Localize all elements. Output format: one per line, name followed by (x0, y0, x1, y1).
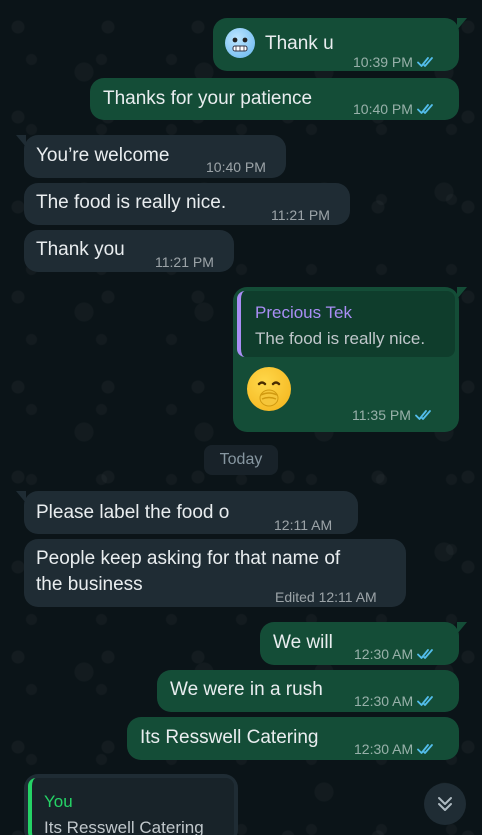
bubble-tail (16, 135, 26, 147)
message-text: We were in a rush (170, 679, 323, 700)
message-time: 10:40 PM (353, 97, 437, 121)
message-text: The food is really nice. (36, 192, 227, 213)
message-text-line-2: the business (36, 574, 143, 595)
double-check-read-icon (415, 409, 435, 421)
bubble-tail (457, 18, 467, 30)
scroll-to-bottom-button[interactable] (424, 783, 466, 825)
message-bubble-outgoing[interactable]: Thanks for your patience 10:40 PM (90, 78, 459, 120)
message-time: 11:21 PM (271, 207, 330, 223)
double-check-read-icon (417, 56, 437, 68)
message-text: Thank you (36, 239, 125, 260)
bubble-tail (16, 491, 26, 503)
message-text: Thank u (265, 33, 334, 54)
reply-preview-quote: You Its Resswell Catering (28, 778, 234, 835)
double-check-read-icon (417, 648, 437, 660)
timestamp: 12:30 AM (354, 646, 414, 662)
reply-author: You (44, 792, 73, 811)
timestamp: 12:30 AM (354, 741, 414, 757)
double-check-read-icon (417, 743, 437, 755)
message-bubble-incoming[interactable]: People keep asking for that name of the … (24, 539, 406, 607)
timestamp: 10:40 PM (353, 101, 413, 117)
message-bubble-incoming[interactable]: The food is really nice. 11:21 PM (24, 183, 350, 225)
message-time: 12:30 AM (354, 642, 437, 666)
quote-author: Precious Tek (255, 303, 353, 322)
date-divider: Today (204, 445, 278, 475)
cold-face-emoji-icon (225, 28, 255, 58)
face-with-hand-over-mouth-emoji-icon (247, 367, 291, 411)
message-bubble-incoming[interactable]: Thank you 11:21 PM (24, 230, 234, 272)
message-bubble-incoming[interactable]: Please label the food o 12:11 AM (16, 491, 358, 534)
message-text: Please label the food o (36, 502, 230, 523)
timestamp: 12:30 AM (354, 693, 414, 709)
quote-text: The food is really nice. (255, 329, 426, 348)
message-time: 10:40 PM (206, 159, 266, 175)
message-bubble-outgoing[interactable]: We will 12:30 AM (260, 622, 467, 666)
message-bubble-outgoing[interactable]: We were in a rush 12:30 AM (157, 670, 459, 712)
message-time-edited: Edited 12:11 AM (275, 589, 377, 605)
reply-text: Its Resswell Catering (44, 818, 204, 835)
double-chevron-down-icon (438, 797, 452, 811)
message-text: Its Resswell Catering (140, 727, 319, 748)
message-bubble-outgoing-reply[interactable]: Precious Tek The food is really nice. 11… (233, 287, 467, 432)
bubble-tail (457, 622, 467, 634)
bubble-tail (457, 287, 467, 299)
message-time: 12:11 AM (274, 517, 333, 533)
quoted-message[interactable]: Precious Tek The food is really nice. (237, 291, 455, 357)
timestamp: 10:39 PM (353, 54, 413, 70)
timestamp: 11:35 PM (352, 407, 411, 423)
message-text: We will (273, 632, 333, 653)
double-check-read-icon (417, 103, 437, 115)
message-bubble-incoming[interactable]: You’re welcome 10:40 PM (16, 135, 286, 178)
message-time: 12:30 AM (354, 689, 437, 713)
message-text-line-1: People keep asking for that name of (36, 548, 341, 569)
message-bubble-outgoing[interactable]: Thank u 10:39 PM (213, 18, 467, 74)
double-check-read-icon (417, 695, 437, 707)
message-text: You’re welcome (36, 145, 170, 166)
message-bubble-outgoing[interactable]: Its Resswell Catering 12:30 AM (127, 717, 459, 760)
message-time: 11:35 PM (352, 403, 435, 427)
message-time: 12:30 AM (354, 737, 437, 761)
message-time: 10:39 PM (353, 50, 437, 74)
reply-preview[interactable]: You Its Resswell Catering (24, 774, 238, 835)
message-text: Thanks for your patience (103, 88, 313, 109)
message-time: 11:21 PM (155, 254, 214, 270)
